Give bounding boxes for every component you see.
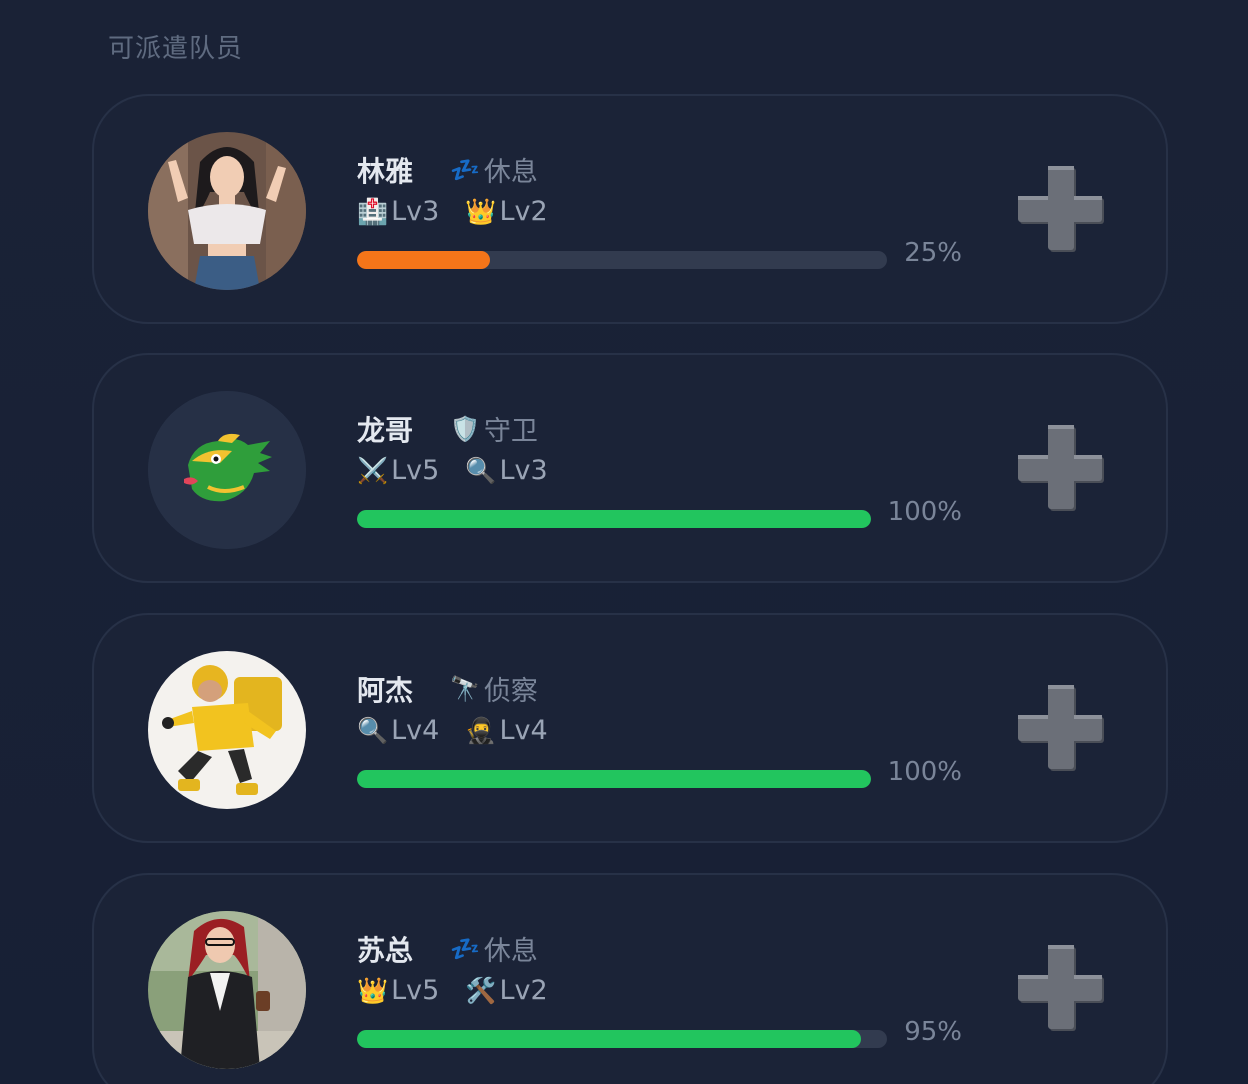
dispatch-panel: 可派遣队员 林雅 💤 休息 🏥 Lv3 👑 Lv2 25% 龙哥 🛡️ 守卫 ⚔… — [0, 0, 1248, 1084]
skill-list: 🏥 Lv3 👑 Lv2 — [357, 196, 548, 227]
member-card-3[interactable]: 阿杰 🔭 侦察 🔍 Lv4 🥷 Lv4 100% — [92, 613, 1168, 843]
skill-level: Lv5 — [391, 455, 440, 486]
stamina-bar — [357, 510, 871, 528]
hospital-icon: 🏥 — [357, 196, 389, 226]
avatar — [148, 651, 306, 809]
member-card-1[interactable]: 林雅 💤 休息 🏥 Lv3 👑 Lv2 25% — [92, 94, 1168, 324]
member-name: 苏总 — [357, 934, 414, 967]
member-name: 阿杰 — [357, 674, 414, 707]
skill-list: 👑 Lv5 🛠️ Lv2 — [357, 975, 548, 1006]
skill-item: ⚔️ Lv5 — [357, 455, 439, 486]
crossed-swords-icon: ⚔️ — [357, 455, 389, 485]
member-status: 💤 休息 — [450, 929, 538, 968]
crown-icon: 👑 — [465, 196, 497, 226]
stamina-percent: 100% — [887, 757, 962, 787]
stamina-bar — [357, 770, 871, 788]
skill-level: Lv5 — [391, 975, 440, 1006]
status-label: 休息 — [483, 157, 538, 188]
magnifier-icon: 🔍 — [465, 455, 497, 485]
skill-level: Lv4 — [499, 715, 548, 746]
stamina-percent: 100% — [887, 497, 962, 527]
stamina-bar-fill — [357, 1030, 861, 1048]
skill-item: 👑 Lv5 — [357, 975, 439, 1006]
magnifier-icon: 🔍 — [357, 715, 389, 745]
member-status: 💤 休息 — [450, 150, 538, 189]
avatar — [148, 391, 306, 549]
avatar — [148, 132, 306, 290]
stamina-bar-fill — [357, 251, 490, 269]
plus-icon — [1018, 685, 1104, 771]
zzz-sleep-icon: 💤 — [450, 934, 480, 963]
skill-item: 🥷 Lv4 — [465, 715, 547, 746]
stamina-bar — [357, 251, 887, 269]
businesswoman-photo-avatar — [148, 911, 306, 1069]
avatar — [148, 911, 306, 1069]
skill-item: 🔍 Lv3 — [465, 455, 547, 486]
status-label: 休息 — [483, 936, 538, 967]
member-status: 🛡️ 守卫 — [450, 409, 538, 448]
ninja-icon: 🥷 — [465, 715, 497, 745]
dragon-emoji-avatar — [148, 391, 306, 549]
skill-item: 🛠️ Lv2 — [465, 975, 547, 1006]
stamina-bar-fill — [357, 510, 871, 528]
skill-level: Lv2 — [499, 196, 548, 227]
stamina-bar-fill — [357, 770, 871, 788]
woman-photo-avatar — [148, 132, 306, 290]
skill-level: Lv3 — [499, 455, 548, 486]
skill-item: 🏥 Lv3 — [357, 196, 439, 227]
plus-icon — [1018, 425, 1104, 511]
add-member-button[interactable] — [1018, 166, 1106, 254]
member-name: 林雅 — [357, 155, 414, 188]
stamina-percent: 25% — [904, 238, 962, 268]
member-status: 🔭 侦察 — [450, 669, 538, 708]
stamina-bar — [357, 1030, 887, 1048]
courier-photo-avatar — [148, 651, 306, 809]
add-member-button[interactable] — [1018, 425, 1106, 513]
telescope-icon: 🔭 — [450, 674, 480, 703]
skill-list: ⚔️ Lv5 🔍 Lv3 — [357, 455, 548, 486]
add-member-button[interactable] — [1018, 685, 1106, 773]
zzz-sleep-icon: 💤 — [450, 155, 480, 184]
skill-level: Lv4 — [391, 715, 440, 746]
stamina-percent: 95% — [904, 1017, 962, 1047]
skill-item: 👑 Lv2 — [465, 196, 547, 227]
plus-icon — [1018, 166, 1104, 252]
hammer-wrench-icon: 🛠️ — [465, 975, 497, 1005]
shield-icon: 🛡️ — [450, 414, 480, 443]
plus-icon — [1018, 945, 1104, 1031]
status-label: 侦察 — [483, 676, 538, 707]
skill-level: Lv2 — [499, 975, 548, 1006]
skill-list: 🔍 Lv4 🥷 Lv4 — [357, 715, 548, 746]
add-member-button[interactable] — [1018, 945, 1106, 1033]
skill-item: 🔍 Lv4 — [357, 715, 439, 746]
member-card-4[interactable]: 苏总 💤 休息 👑 Lv5 🛠️ Lv2 95% — [92, 873, 1168, 1084]
section-title: 可派遣队员 — [108, 34, 244, 64]
member-name: 龙哥 — [357, 414, 414, 447]
crown-icon: 👑 — [357, 975, 389, 1005]
skill-level: Lv3 — [391, 196, 440, 227]
status-label: 守卫 — [483, 416, 538, 447]
member-card-2[interactable]: 龙哥 🛡️ 守卫 ⚔️ Lv5 🔍 Lv3 100% — [92, 353, 1168, 583]
